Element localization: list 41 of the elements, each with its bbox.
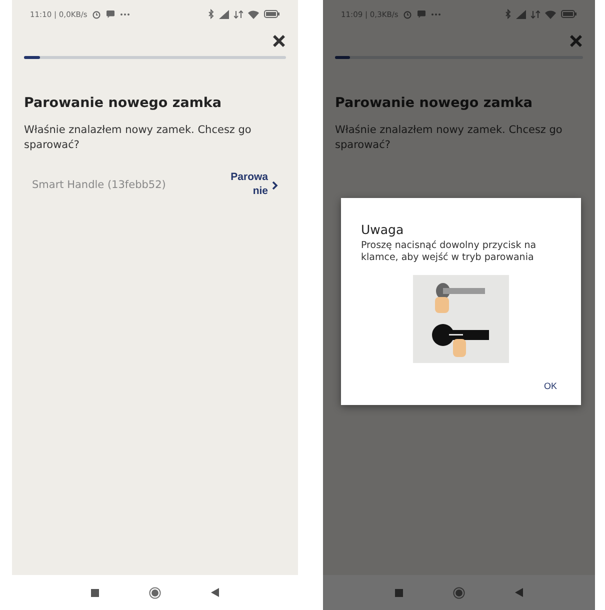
page-title: Parowanie nowego zamka [24, 95, 223, 111]
back-icon [515, 588, 523, 597]
message-text: Właśnie znalazłem nowy zamek. Chcesz go sparować? [24, 123, 252, 154]
battery-icon [561, 10, 577, 18]
square-icon [395, 588, 403, 596]
square-icon [91, 588, 99, 596]
recents-button[interactable] [395, 588, 403, 596]
more-icon [431, 12, 442, 16]
ok-button[interactable]: OK [540, 379, 561, 393]
signal-icon [516, 10, 526, 18]
alarm-icon [403, 10, 412, 18]
recents-button[interactable] [91, 588, 99, 596]
signal-icon [219, 10, 229, 18]
message-icon [417, 10, 426, 18]
message-text: Właśnie znalazłem nowy zamek. Chcesz go sparować? [335, 123, 564, 154]
data-icon [531, 10, 540, 18]
wifi-icon [248, 10, 259, 18]
back-icon [211, 588, 219, 597]
data-icon [234, 10, 243, 18]
wifi-icon [545, 10, 556, 18]
alarm-icon [92, 10, 102, 18]
close-icon [569, 34, 583, 48]
bluetooth-icon [505, 9, 511, 19]
back-button[interactable] [211, 588, 219, 597]
page-title: Parowanie nowego zamka [335, 95, 534, 111]
chevron-icon [272, 180, 278, 190]
circle-icon [149, 586, 161, 598]
device-name: Smart Handle (13febb52) [32, 179, 166, 192]
home-button[interactable] [453, 586, 465, 598]
close-icon [272, 34, 286, 48]
back-button[interactable] [515, 588, 523, 597]
close-button[interactable] [272, 34, 286, 48]
home-button[interactable] [149, 586, 161, 598]
battery-icon [264, 10, 280, 18]
circle-icon [453, 586, 465, 598]
more-icon [120, 12, 130, 16]
pair-button[interactable]: Parowanie [228, 171, 278, 199]
dialog-title: Uwaga [361, 222, 405, 237]
message-icon [106, 10, 116, 18]
bluetooth-icon [208, 9, 214, 19]
dialog-message: Proszę nacisnąć dowolny przycisk na klamce, aby wejść w tryb parowania [361, 240, 538, 265]
